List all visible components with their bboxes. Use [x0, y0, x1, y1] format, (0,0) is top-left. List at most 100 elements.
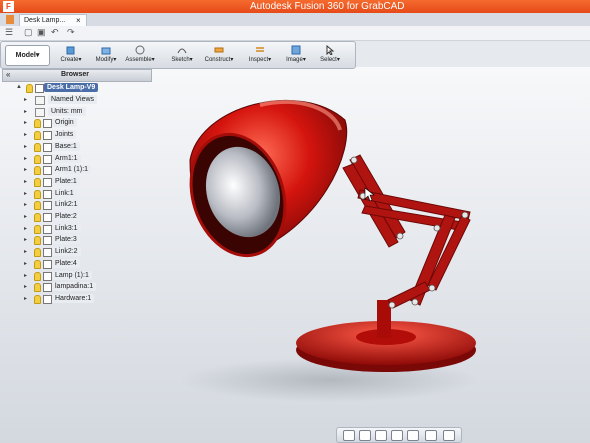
visibility-bulb-icon[interactable] [34, 224, 41, 234]
browser-item[interactable]: ▸ Plate:3 [24, 235, 150, 246]
grid-settings-icon[interactable] [443, 430, 455, 441]
browser-item[interactable]: ▸ Plate:4 [24, 258, 150, 269]
visibility-bulb-icon[interactable] [34, 189, 41, 199]
visibility-bulb-icon[interactable] [34, 283, 41, 293]
expand-arrow-icon[interactable]: ▸ [24, 225, 27, 232]
expand-arrow-icon[interactable]: ▸ [24, 143, 27, 150]
select-button[interactable]: Select▾ [315, 45, 345, 63]
visibility-bulb-icon[interactable] [34, 213, 41, 222]
browser-item[interactable]: ▸ Link3:1 [24, 223, 150, 234]
assemble-button[interactable]: Assemble▾ [125, 45, 155, 63]
create-button[interactable]: Create▾ [56, 45, 86, 63]
visibility-bulb-icon[interactable] [34, 259, 41, 269]
browser-item[interactable]: ▸ Hardware:1 [24, 293, 150, 304]
dropdown-arrow-icon: ▾ [35, 52, 40, 59]
pan-icon[interactable] [375, 430, 387, 441]
component-icon [43, 248, 52, 258]
browser-item[interactable]: ▸ Origin [24, 118, 150, 129]
expand-arrow-icon[interactable]: ▸ [24, 201, 27, 208]
close-icon[interactable]: × [76, 16, 81, 25]
browser-item[interactable]: ▸ Lamp (1):1 [24, 270, 150, 281]
visibility-bulb-icon[interactable] [34, 142, 41, 152]
expand-arrow-icon[interactable]: ▸ [24, 178, 27, 185]
visibility-bulb-icon[interactable] [34, 248, 41, 258]
document-icon[interactable] [6, 15, 14, 24]
component-icon [43, 154, 52, 164]
browser-item-label: Plate:3 [52, 235, 80, 245]
expand-arrow-icon[interactable]: ▲ [16, 84, 22, 90]
visibility-bulb-icon[interactable] [34, 166, 41, 176]
expand-arrow-icon[interactable]: ▸ [24, 166, 27, 173]
expand-arrow-icon[interactable]: ▸ [24, 248, 27, 255]
modify-button[interactable]: Modify▾ [91, 45, 121, 63]
browser-item[interactable]: ▸ Link:1 [24, 188, 150, 199]
browser-item[interactable]: ▸ Named Views [24, 95, 150, 105]
browser-item-label: Arm1:1 [52, 153, 81, 163]
construct-button[interactable]: Construct▾ [204, 45, 234, 63]
visibility-bulb-icon[interactable] [34, 236, 41, 246]
redo-icon[interactable]: ↷ [67, 27, 75, 38]
browser-item[interactable]: ▸ Joints [24, 130, 150, 141]
visibility-bulb-icon[interactable] [34, 131, 41, 141]
menu-icon[interactable]: ☰ [5, 27, 13, 38]
expand-arrow-icon[interactable]: ▸ [24, 131, 27, 138]
browser-item[interactable]: ▸ Units: mm [24, 106, 150, 117]
expand-arrow-icon[interactable]: ▸ [24, 272, 27, 279]
browser-header[interactable]: « Browser [2, 69, 152, 82]
browser-item-label: Link2:1 [52, 200, 81, 210]
save-icon[interactable]: ▣ [37, 27, 46, 38]
expand-arrow-icon[interactable]: ▸ [24, 155, 27, 162]
browser-item-label: Lamp (1):1 [52, 270, 92, 280]
browser-root-label: Desk Lamp-V9 [44, 83, 99, 92]
browser-item[interactable]: ▸ Link2:1 [24, 200, 150, 211]
sketch-button[interactable]: Sketch▾ [167, 45, 197, 63]
visibility-bulb-icon[interactable] [34, 294, 41, 304]
browser-item-label: lampadina:1 [52, 282, 97, 292]
expand-arrow-icon[interactable]: ▸ [24, 295, 27, 302]
component-icon [43, 189, 52, 199]
visibility-bulb-icon[interactable] [34, 177, 41, 187]
expand-arrow-icon[interactable]: ▸ [24, 119, 27, 126]
image-label: Image [286, 57, 303, 63]
zoom-icon[interactable] [391, 430, 403, 441]
browser-item[interactable]: ▸ Arm1:1 [24, 153, 150, 164]
browser-item[interactable]: ▸ Plate:1 [24, 176, 150, 187]
visibility-bulb-icon[interactable] [34, 119, 41, 129]
look-at-icon[interactable] [359, 430, 371, 441]
display-settings-icon[interactable] [425, 430, 437, 441]
sketch-label: Sketch [171, 57, 190, 63]
browser-item[interactable]: ▸ Plate:2 [24, 212, 150, 222]
visibility-bulb-icon[interactable] [34, 201, 41, 211]
fit-icon[interactable] [407, 430, 419, 441]
workspace-selector[interactable]: Model▾ [5, 45, 50, 66]
open-icon[interactable]: ▢ [24, 27, 33, 38]
visibility-bulb-icon[interactable] [34, 154, 41, 164]
expand-arrow-icon[interactable]: ▸ [24, 190, 27, 197]
browser-item-label: Plate:2 [52, 212, 80, 221]
visibility-bulb-icon[interactable] [34, 271, 41, 281]
browser-item[interactable]: ▸ Link2:2 [24, 247, 150, 258]
browser-item[interactable]: ▸ Arm1 (1):1 [24, 165, 150, 176]
expand-arrow-icon[interactable]: ▸ [24, 283, 27, 290]
browser-item-label: Link3:1 [52, 223, 81, 233]
browser-title: Browser [61, 71, 90, 78]
modify-label: Modify [95, 57, 114, 63]
inspect-button[interactable]: Inspect▾ [245, 45, 275, 63]
collapse-icon[interactable]: « [6, 70, 10, 79]
orbit-icon[interactable] [343, 430, 355, 441]
visibility-bulb-icon[interactable] [26, 84, 33, 93]
expand-arrow-icon[interactable]: ▸ [24, 213, 27, 220]
expand-arrow-icon[interactable]: ▸ [24, 236, 27, 243]
expand-arrow-icon[interactable]: ▸ [24, 108, 27, 115]
undo-icon[interactable]: ↶ [51, 27, 59, 38]
browser-item[interactable]: ▸ lampadina:1 [24, 282, 150, 293]
browser-root[interactable]: ▲ Desk Lamp-V9 [16, 83, 156, 93]
expand-arrow-icon[interactable]: ▸ [24, 260, 27, 267]
expand-arrow-icon[interactable]: ▸ [24, 96, 27, 103]
document-tab-label: Desk Lamp... [24, 17, 66, 24]
title-bar: F Autodesk Fusion 360 for GrabCAD [0, 0, 590, 13]
modify-icon [101, 47, 111, 55]
component-icon [43, 166, 52, 176]
image-button[interactable]: Image▾ [281, 45, 311, 63]
browser-item[interactable]: ▸ Base:1 [24, 141, 150, 152]
